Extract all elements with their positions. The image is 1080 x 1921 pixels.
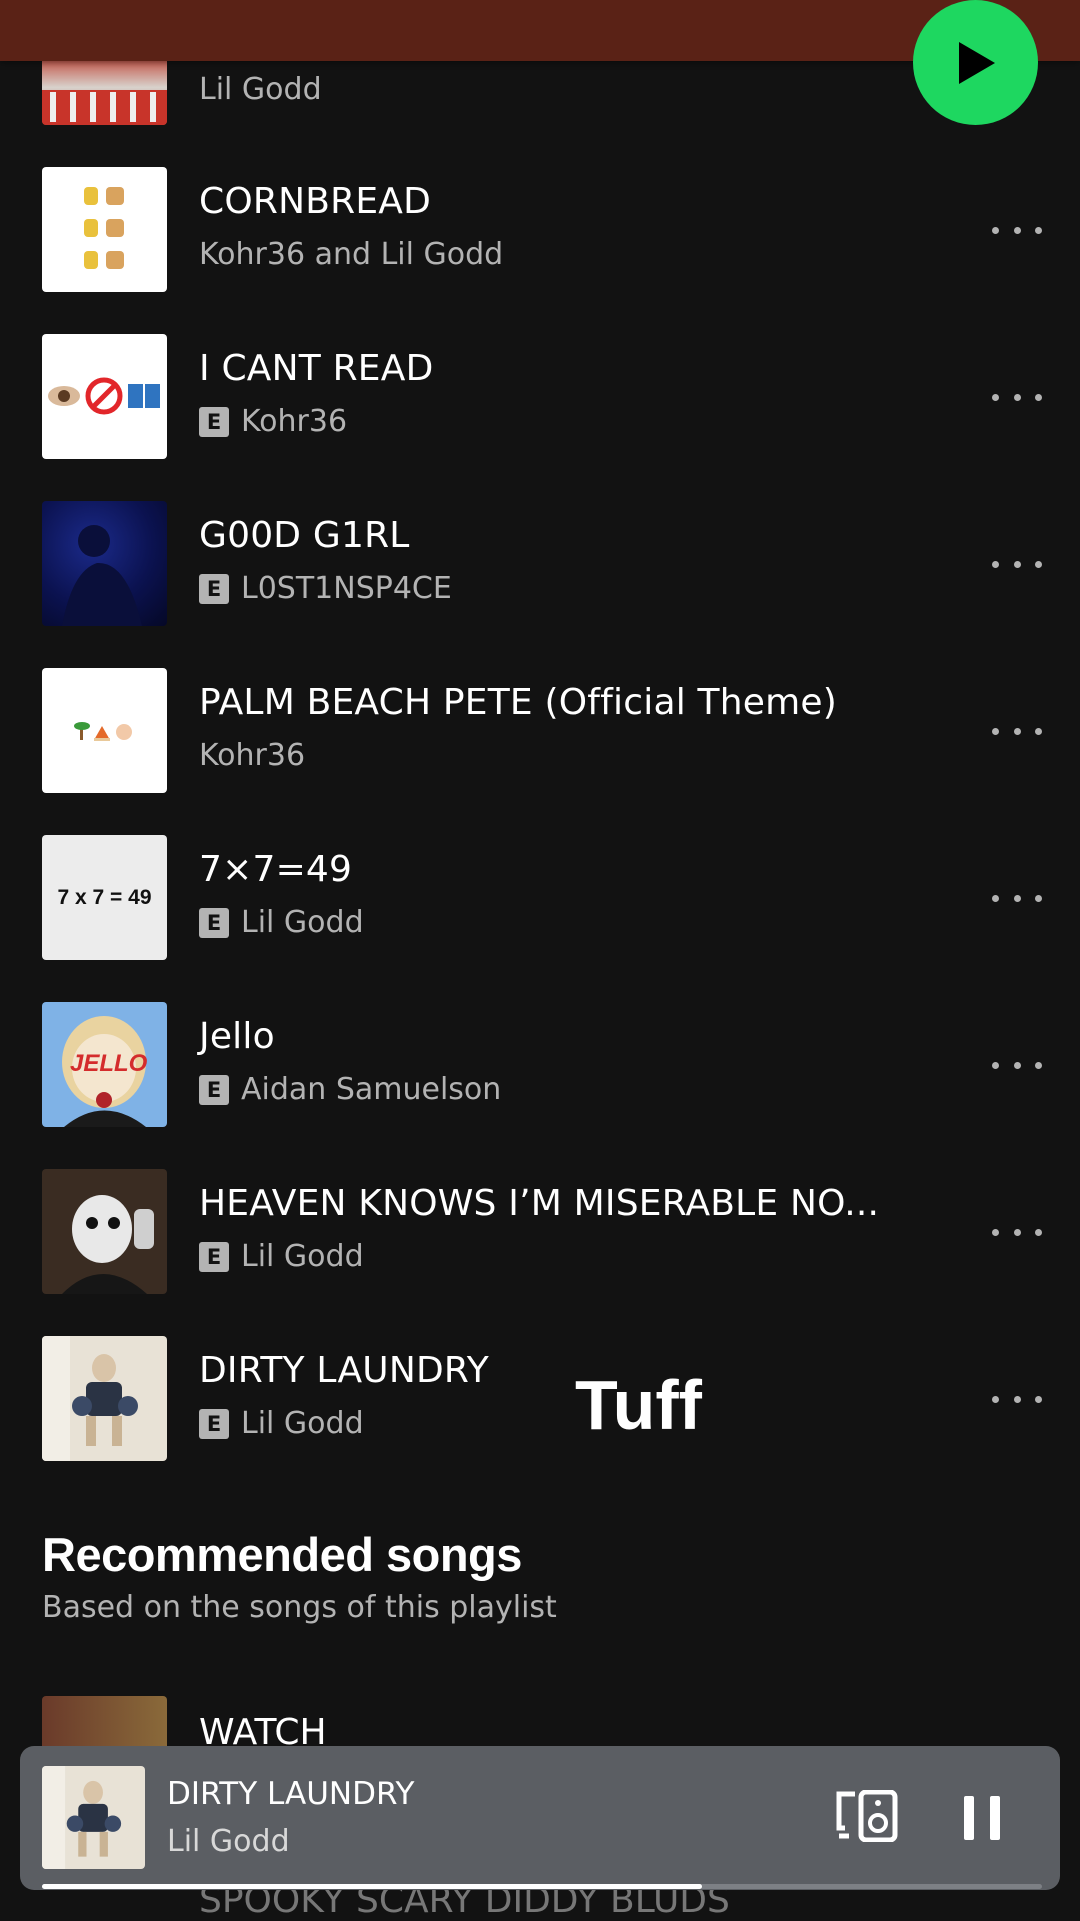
track-row[interactable]: CORNBREAD Kohr36 and Lil Godd [0, 167, 1080, 292]
track-title: PALM BEACH PETE (Official Theme) [199, 682, 837, 723]
more-options-icon[interactable] [992, 1217, 1042, 1247]
more-options-icon[interactable] [992, 716, 1042, 746]
track-artist: Kohr36 and Lil Godd [199, 237, 504, 272]
pause-icon [964, 1796, 1000, 1840]
track-artist: Lil Godd [199, 72, 322, 107]
now-playing-cover [42, 1766, 145, 1869]
now-playing-title: DIRTY LAUNDRY [167, 1776, 415, 1812]
track-artist: E Aidan Samuelson [199, 1072, 501, 1107]
track-cover [42, 1336, 167, 1461]
play-icon [958, 41, 995, 84]
more-options-icon[interactable] [992, 382, 1042, 412]
track-artist: E Lil Godd [199, 905, 364, 940]
track-title: DIRTY LAUNDRY [199, 1350, 489, 1391]
more-options-icon[interactable] [992, 1384, 1042, 1414]
track-row[interactable]: DIRTY LAUNDRY E Lil Godd [0, 1336, 1080, 1461]
explicit-badge: E [199, 406, 229, 437]
overlay-caption: Tuff [575, 1366, 702, 1444]
explicit-badge: E [199, 1408, 229, 1439]
track-row[interactable]: G00D G1RL E L0ST1NSP4CE [0, 501, 1080, 626]
track-cover [42, 167, 167, 292]
track-row[interactable]: 7 x 7 = 49 7×7=49 E Lil Godd [0, 835, 1080, 960]
play-button[interactable] [913, 0, 1038, 125]
track-row[interactable]: I CANT READ E Kohr36 [0, 334, 1080, 459]
more-options-icon[interactable] [992, 549, 1042, 579]
pause-button[interactable] [960, 1794, 1004, 1842]
more-options-icon[interactable] [992, 215, 1042, 245]
track-title: I CANT READ [199, 348, 434, 389]
track-cover [42, 1169, 167, 1294]
recommended-section-subtitle: Based on the songs of this playlist [42, 1590, 557, 1625]
explicit-badge: E [199, 573, 229, 604]
track-cover [42, 668, 167, 793]
track-artist: E L0ST1NSP4CE [199, 571, 452, 606]
now-playing-bar[interactable]: DIRTY LAUNDRY Lil Godd [20, 1746, 1060, 1890]
connect-device-icon[interactable] [833, 1789, 899, 1843]
track-title: Jello [199, 1016, 275, 1057]
track-cover: 7 x 7 = 49 [42, 835, 167, 960]
track-artist: Kohr36 [199, 738, 306, 773]
more-options-icon[interactable] [992, 883, 1042, 913]
track-title: 7×7=49 [199, 849, 353, 890]
track-artist: E Kohr36 [199, 404, 347, 439]
track-row[interactable]: PALM BEACH PETE (Official Theme) Kohr36 [0, 668, 1080, 793]
explicit-badge: E [199, 1241, 229, 1272]
explicit-badge: E [199, 907, 229, 938]
track-cover: JELLO [42, 1002, 167, 1127]
track-title: G00D G1RL [199, 515, 410, 556]
track-artist: E Lil Godd [199, 1406, 364, 1441]
more-options-icon[interactable] [992, 1050, 1042, 1080]
track-cover [42, 501, 167, 626]
track-row[interactable]: JELLO Jello E Aidan Samuelson [0, 1002, 1080, 1127]
track-row[interactable]: HEAVEN KNOWS I’M MISERABLE NO... E Lil G… [0, 1169, 1080, 1294]
track-title: CORNBREAD [199, 181, 432, 222]
recommended-section-title: Recommended songs [42, 1528, 522, 1581]
playback-progress-fill [42, 1884, 702, 1889]
track-artist: E Lil Godd [199, 1239, 364, 1274]
track-cover [42, 334, 167, 459]
track-title: HEAVEN KNOWS I’M MISERABLE NO... [199, 1183, 880, 1224]
playback-progress-bar[interactable] [42, 1884, 1042, 1889]
now-playing-artist: Lil Godd [167, 1824, 290, 1859]
explicit-badge: E [199, 1074, 229, 1105]
